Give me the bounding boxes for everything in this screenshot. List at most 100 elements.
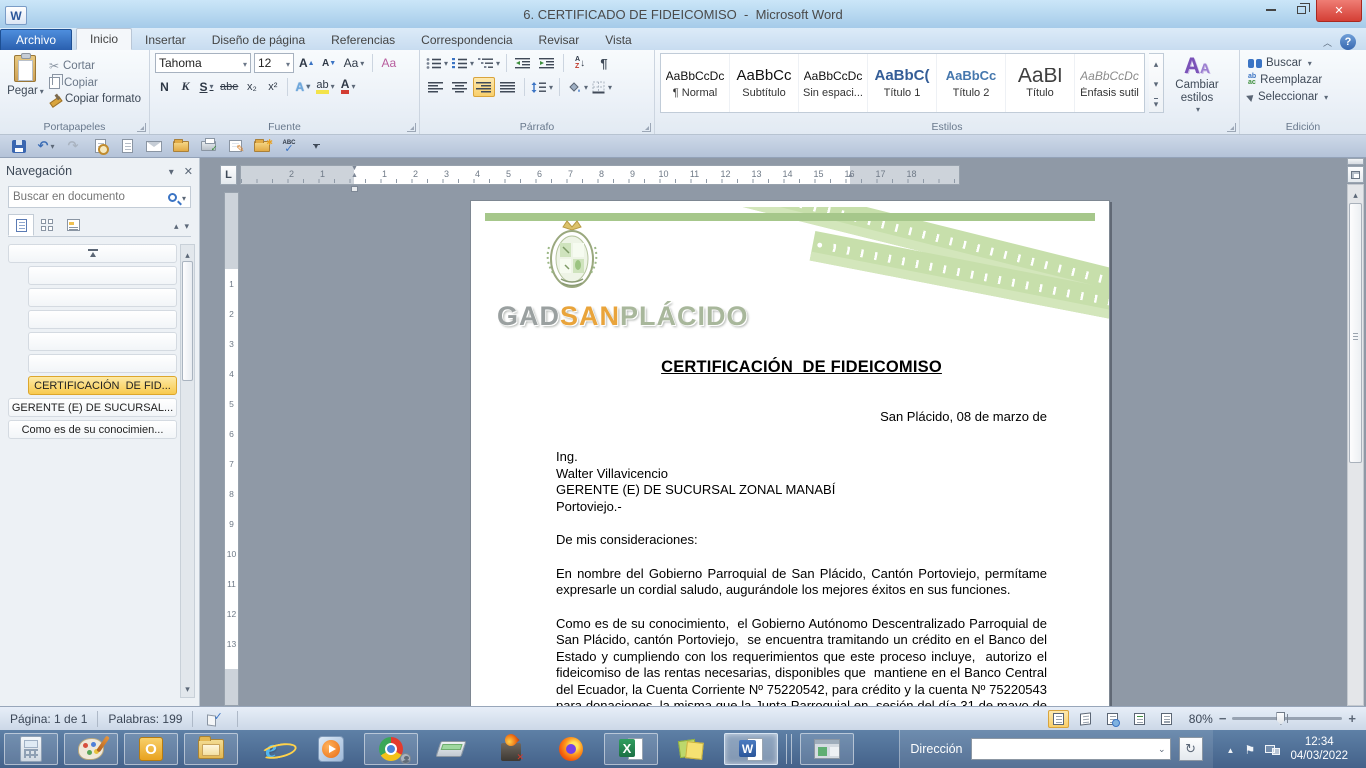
justify-button[interactable]	[497, 77, 519, 97]
borders-button[interactable]	[591, 77, 613, 97]
next-heading-button[interactable]	[184, 218, 189, 232]
heading-item-gerente[interactable]: GERENTE (E) DE SUCURSAL...	[8, 398, 177, 417]
format-painter-button[interactable]: Copiar formato	[46, 91, 144, 107]
taskbar-internet-explorer[interactable]: e	[244, 733, 298, 765]
tab-archivo[interactable]: Archivo	[0, 29, 72, 50]
proofing-status[interactable]	[193, 711, 238, 727]
taskbar-calculator[interactable]	[4, 733, 58, 765]
highlight-color-button[interactable]: ab	[314, 77, 336, 96]
first-line-indent-marker[interactable]: ▼	[349, 165, 360, 172]
styles-scroll-down[interactable]	[1154, 76, 1159, 90]
recipient-line[interactable]: GERENTE (E) DE SUCURSAL ZONAL MANABÍ	[556, 482, 1047, 499]
right-indent-marker[interactable]: ▲	[845, 172, 856, 179]
align-center-button[interactable]	[449, 77, 471, 97]
change-styles-button[interactable]: AA Cambiar estilos	[1168, 53, 1226, 114]
hanging-indent-marker[interactable]: ▲	[349, 172, 360, 179]
hidden-icons-button[interactable]	[1227, 742, 1235, 756]
text-effects-button[interactable]: A	[293, 77, 312, 96]
save-button[interactable]	[10, 137, 28, 156]
scrollbar-thumb[interactable]	[182, 261, 193, 381]
styles-scroll-up[interactable]	[1154, 56, 1159, 70]
document-title[interactable]: CERTIFICACIÓN DE FIDEICOMISO	[556, 359, 1047, 376]
navigation-menu-icon[interactable]	[169, 164, 184, 178]
nav-tab-results[interactable]	[60, 214, 86, 236]
paste-button[interactable]: Pegar	[5, 53, 46, 107]
bold-button[interactable]: N	[155, 77, 174, 96]
heading-item-empty[interactable]	[28, 332, 177, 351]
date-line[interactable]: San Plácido, 08 de marzo de	[556, 409, 1047, 426]
recipient-line[interactable]: Portoviejo.-	[556, 499, 1047, 516]
tab-diseno[interactable]: Diseño de página	[199, 30, 318, 50]
vertical-ruler[interactable]: 12345678910111213	[224, 192, 239, 706]
help-icon[interactable]	[1340, 34, 1356, 50]
redo-button[interactable]	[64, 137, 82, 156]
taskbar-media-player[interactable]	[304, 733, 358, 765]
taskbar-word-active[interactable]	[724, 733, 778, 765]
style-subtitulo[interactable]: AaBbCcSubtítulo	[730, 54, 799, 112]
zoom-in-button[interactable]: +	[1348, 711, 1356, 726]
select-button[interactable]: Seleccionar	[1245, 89, 1361, 105]
jump-to-top-item[interactable]	[8, 244, 177, 263]
taskbar-scanner[interactable]	[424, 733, 478, 765]
address-input-box[interactable]	[971, 738, 1171, 760]
tab-vista[interactable]: Vista	[592, 30, 644, 50]
font-size-combo[interactable]: 12	[254, 53, 294, 73]
taskbar-clock[interactable]: 12:34 04/03/2022	[1290, 735, 1354, 763]
style-enfasis-sutil[interactable]: AaBbCcDcÉnfasis sutil	[1075, 54, 1144, 112]
change-case-button[interactable]: Aa	[342, 54, 367, 73]
document-scrollbar[interactable]	[1347, 158, 1364, 706]
style-normal[interactable]: AaBbCcDc¶ Normal	[661, 54, 730, 112]
taskbar-firefox[interactable]	[544, 733, 598, 765]
subscript-button[interactable]: x₂	[242, 77, 261, 96]
styles-gallery-expand[interactable]	[1154, 96, 1159, 110]
taskbar-app-window[interactable]	[800, 733, 854, 765]
print-preview-button[interactable]	[91, 137, 109, 156]
align-left-button[interactable]	[425, 77, 447, 97]
tab-correspondencia[interactable]: Correspondencia	[408, 30, 525, 50]
network-icon[interactable]	[1265, 743, 1280, 755]
navigation-scrollbar[interactable]	[180, 244, 195, 698]
recipient-line[interactable]: Ing.	[556, 449, 1047, 466]
taskbar-nero-burning[interactable]	[484, 733, 538, 765]
action-center-flag-icon[interactable]	[1244, 743, 1255, 755]
cut-button[interactable]: Cortar	[46, 57, 144, 75]
scroll-up-icon[interactable]	[181, 247, 194, 261]
outline-view-button[interactable]	[1129, 710, 1150, 728]
tab-inicio[interactable]: Inicio	[76, 28, 132, 50]
horizontal-ruler[interactable]: 21 12345678910111213141516 1718 ▼ ▲ ▲	[240, 165, 960, 185]
qat-customize-button[interactable]	[307, 137, 325, 156]
edit-document-button[interactable]	[226, 137, 244, 156]
bullets-button[interactable]	[425, 53, 449, 73]
font-family-combo[interactable]: Tahoma	[155, 53, 251, 73]
clear-formatting-button[interactable]: Aa	[379, 54, 398, 73]
split-window-handle[interactable]	[1347, 158, 1364, 165]
web-layout-view-button[interactable]	[1102, 710, 1123, 728]
shading-button[interactable]	[565, 77, 589, 97]
document-body[interactable]: CERTIFICACIÓN DE FIDEICOMISO San Plácido…	[471, 201, 1109, 706]
clipboard-dialog-launcher[interactable]	[137, 123, 146, 132]
recipient-line[interactable]: Walter Villavicencio	[556, 466, 1047, 483]
copy-button[interactable]: Copiar	[46, 75, 144, 91]
style-titulo-2[interactable]: AaBbCcTítulo 2	[937, 54, 1006, 112]
numbering-button[interactable]	[451, 53, 475, 73]
find-button[interactable]: Buscar	[1245, 55, 1361, 71]
undo-button[interactable]	[37, 137, 55, 156]
underline-button[interactable]: S	[197, 77, 216, 96]
navigation-close-icon[interactable]	[184, 164, 193, 178]
quick-print-button[interactable]	[199, 137, 217, 156]
scroll-up-icon[interactable]	[1348, 185, 1363, 201]
word-count[interactable]: Palabras: 199	[98, 711, 193, 727]
superscript-button[interactable]: x²	[263, 77, 282, 96]
heading-item-certificacion[interactable]: CERTIFICACIÓN DE FID...	[28, 376, 177, 395]
minimize-ribbon-icon[interactable]	[1323, 36, 1332, 49]
new-document-button[interactable]	[118, 137, 136, 156]
minimize-button[interactable]	[1256, 0, 1286, 20]
zoom-out-button[interactable]: −	[1219, 711, 1227, 726]
spelling-button[interactable]: ABC✓	[280, 137, 298, 156]
page-indicator[interactable]: Página: 1 de 1	[0, 711, 98, 727]
zoom-level[interactable]: 80%	[1183, 712, 1213, 726]
strikethrough-button[interactable]: abe	[218, 77, 240, 96]
scrollbar-thumb[interactable]	[1349, 203, 1362, 463]
italic-button[interactable]: K	[176, 77, 195, 96]
style-titulo[interactable]: AaBlTítulo	[1006, 54, 1075, 112]
